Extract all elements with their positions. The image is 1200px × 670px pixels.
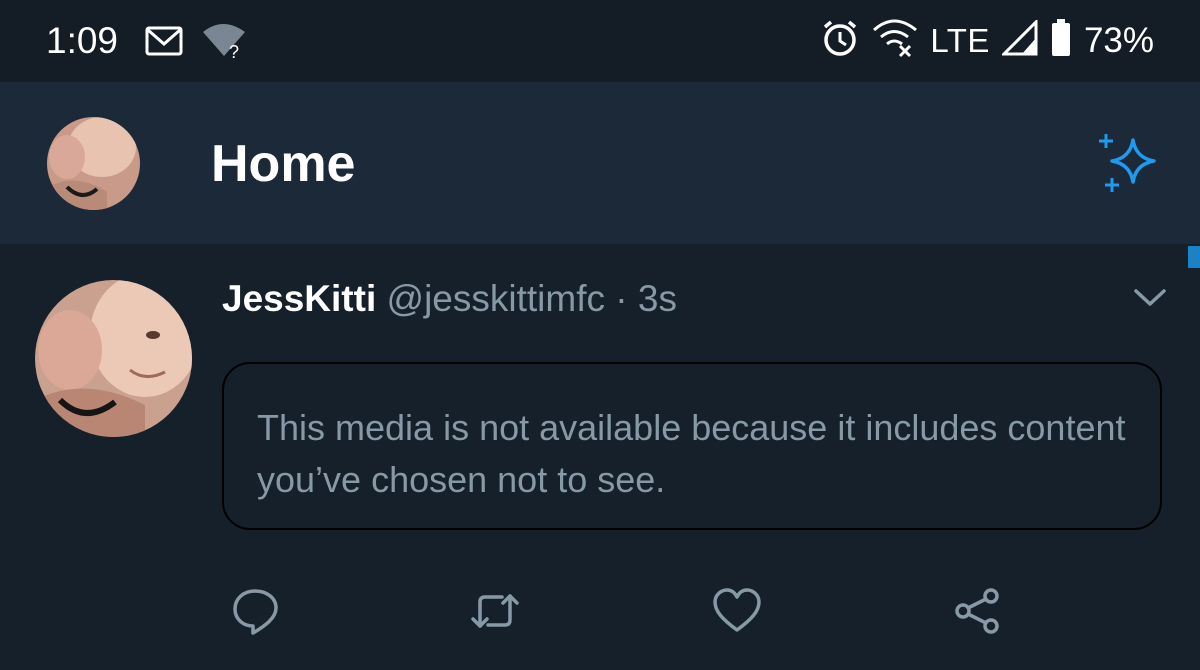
svg-text:?: ? [229, 42, 239, 60]
status-time: 1:09 [46, 20, 119, 61]
signal-icon [1000, 18, 1038, 61]
tweet-time: 3s [637, 278, 677, 319]
tweet-handle[interactable]: @jesskittimfc [387, 278, 605, 319]
like-icon[interactable] [712, 586, 762, 636]
sparkle-icon[interactable] [1090, 128, 1168, 198]
wifi-off-icon [872, 18, 918, 63]
tweet-header: JessKitti @jesskittimfc · 3s [222, 278, 677, 320]
reply-icon[interactable] [231, 586, 281, 636]
tweet-avatar[interactable] [35, 280, 192, 437]
share-icon[interactable] [953, 586, 1003, 636]
gmail-icon [145, 24, 183, 63]
alarm-icon [820, 18, 860, 63]
chevron-down-icon[interactable] [1133, 287, 1167, 309]
scroll-indicator [1188, 246, 1200, 268]
battery-percent: 73% [1083, 20, 1154, 60]
media-unavailable-notice: This media is not available because it i… [222, 362, 1162, 530]
wifi-question-icon: ? [201, 22, 249, 65]
page-title: Home [211, 135, 356, 193]
avatar[interactable] [47, 117, 140, 210]
status-bar: 1:09 ? LTE 73% [0, 0, 1200, 82]
media-notice-text: This media is not available because it i… [257, 407, 1126, 500]
network-type: LTE [930, 21, 990, 59]
app-header [0, 82, 1200, 244]
status-right: LTE 73% [820, 18, 1154, 63]
tweet-separator: · [604, 278, 638, 319]
battery-icon [1050, 18, 1072, 63]
tweet-author-name[interactable]: JessKitti [222, 278, 376, 319]
retweet-icon[interactable] [470, 586, 520, 636]
status-left-icons: ? [145, 22, 249, 65]
